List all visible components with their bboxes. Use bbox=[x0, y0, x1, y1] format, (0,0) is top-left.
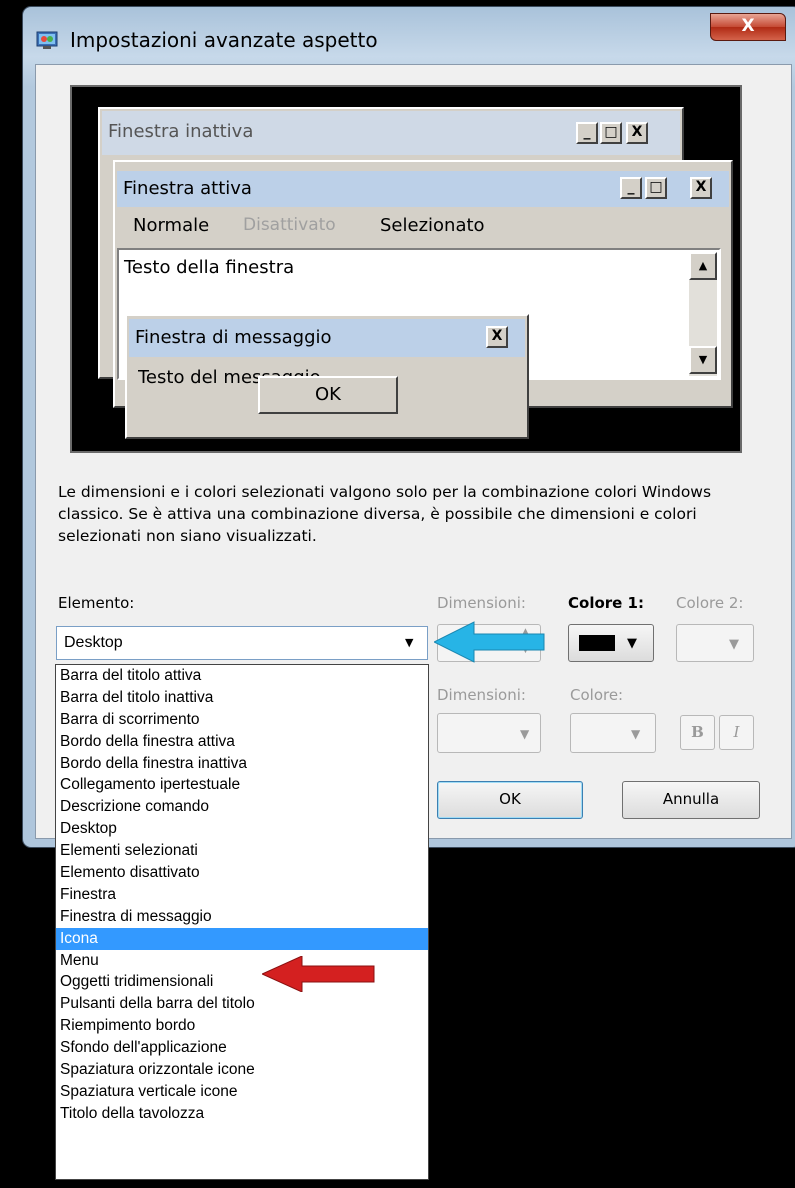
msgbox-title-bar: Finestra di messaggio bbox=[129, 319, 525, 357]
inactive-minimize-icon: _ bbox=[576, 122, 598, 144]
color1-picker[interactable]: ▼ bbox=[568, 624, 654, 662]
active-maximize-icon: □ bbox=[645, 177, 667, 199]
font-color-select[interactable]: ▼ bbox=[570, 713, 656, 753]
font-size-select[interactable]: ▼ bbox=[437, 713, 541, 753]
preview-window-text: Testo della finestra bbox=[124, 257, 295, 278]
font-size-label: Dimensioni: bbox=[437, 686, 526, 704]
chevron-down-icon: ▼ bbox=[729, 637, 739, 652]
chevron-down-icon: ▼ bbox=[627, 636, 637, 651]
color-swatch bbox=[579, 635, 615, 651]
list-item[interactable]: Pulsanti della barra del titolo bbox=[56, 993, 428, 1015]
color2-label: Colore 2: bbox=[676, 594, 744, 612]
appearance-icon bbox=[36, 29, 58, 51]
close-button[interactable]: X bbox=[710, 13, 786, 41]
list-item[interactable]: Spaziatura verticale icone bbox=[56, 1081, 428, 1103]
bold-button[interactable]: B bbox=[680, 715, 715, 750]
list-item[interactable]: Titolo della tavolozza bbox=[56, 1103, 428, 1125]
list-item[interactable]: Barra di scorrimento bbox=[56, 709, 428, 731]
list-item[interactable]: Collegamento ipertestuale bbox=[56, 774, 428, 796]
menu-disabled: Disattivato bbox=[243, 215, 336, 235]
element-dropdown-list: Barra del titolo attiva Barra del titolo… bbox=[55, 664, 429, 1180]
size-label: Dimensioni: bbox=[437, 594, 526, 612]
font-color-label: Colore: bbox=[570, 686, 624, 704]
list-item[interactable]: Desktop bbox=[56, 818, 428, 840]
active-title: Finestra attiva bbox=[123, 178, 252, 199]
element-select[interactable]: Desktop ▼ bbox=[56, 626, 428, 660]
list-item[interactable]: Descrizione comando bbox=[56, 796, 428, 818]
active-minimize-icon: _ bbox=[620, 177, 642, 199]
list-item-selected[interactable]: Icona bbox=[56, 927, 428, 950]
element-label: Elemento: bbox=[58, 594, 135, 612]
color1-label: Colore 1: bbox=[568, 594, 644, 612]
list-item[interactable]: Sfondo dell'applicazione bbox=[56, 1037, 428, 1059]
list-item[interactable]: Barra del titolo inattiva bbox=[56, 687, 428, 709]
italic-button[interactable]: I bbox=[719, 715, 754, 750]
inactive-title: Finestra inattiva bbox=[108, 121, 254, 142]
menu-selected: Selezionato bbox=[380, 215, 485, 236]
cancel-button[interactable]: Annulla bbox=[622, 781, 760, 819]
scroll-up-icon: ▲ bbox=[689, 252, 717, 280]
inactive-maximize-icon: □ bbox=[600, 122, 622, 144]
chevron-down-icon: ▼ bbox=[520, 727, 530, 741]
msgbox-title: Finestra di messaggio bbox=[135, 327, 332, 348]
list-item[interactable]: Bordo della finestra inattiva bbox=[56, 753, 428, 775]
inactive-close-icon: X bbox=[626, 122, 648, 144]
chevron-down-icon: ▼ bbox=[631, 727, 641, 741]
blue-arrow-annotation bbox=[432, 620, 546, 668]
element-select-value: Desktop bbox=[64, 634, 123, 651]
info-text: Le dimensioni e i colori selezionati val… bbox=[58, 483, 712, 545]
scroll-down-icon: ▼ bbox=[689, 346, 717, 374]
list-item[interactable]: Barra del titolo attiva bbox=[56, 665, 428, 687]
msgbox-ok-button: OK bbox=[258, 376, 398, 414]
color2-picker[interactable]: ▼ bbox=[676, 624, 754, 662]
list-item[interactable]: Finestra bbox=[56, 884, 428, 906]
msgbox-close-icon: X bbox=[486, 326, 508, 348]
list-item[interactable]: Spaziatura orizzontale icone bbox=[56, 1059, 428, 1081]
red-arrow-annotation bbox=[260, 955, 376, 996]
list-item[interactable]: Elementi selezionati bbox=[56, 840, 428, 862]
list-item[interactable]: Elemento disattivato bbox=[56, 862, 428, 884]
list-item[interactable]: Bordo della finestra attiva bbox=[56, 731, 428, 753]
list-item[interactable]: Finestra di messaggio bbox=[56, 906, 428, 928]
ok-button[interactable]: OK bbox=[437, 781, 583, 819]
list-item[interactable]: Riempimento bordo bbox=[56, 1015, 428, 1037]
menu-normal: Normale bbox=[133, 215, 210, 236]
window-title: Impostazioni avanzate aspetto bbox=[70, 28, 378, 52]
chevron-down-icon: ▼ bbox=[405, 636, 414, 649]
active-close-icon: X bbox=[690, 177, 712, 199]
